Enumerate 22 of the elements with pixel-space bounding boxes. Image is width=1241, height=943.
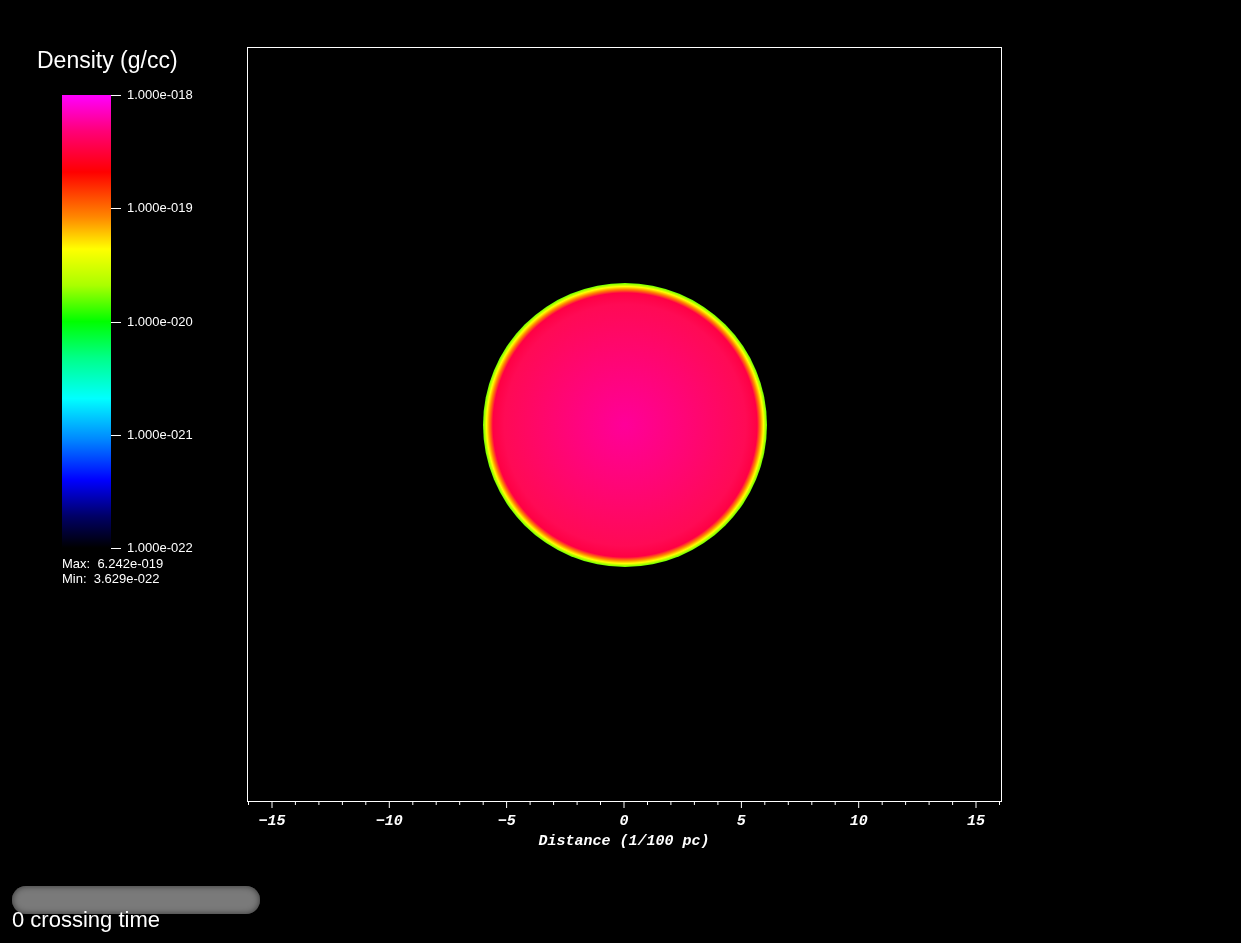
min-label: Min: 3.629e-022 [62, 571, 160, 586]
tick-label: 1.000e-019 [127, 200, 193, 217]
axis-tick-label: −10 [375, 813, 403, 831]
tick-label: 1.000e-018 [127, 87, 193, 103]
tick-label: 1.000e-021 [127, 426, 193, 443]
time-label: 0 crossing time [12, 906, 160, 934]
tick-mark [111, 321, 121, 323]
axis-tick-label: 0 [619, 813, 629, 831]
colorbar-title: Density (g/cc) [37, 46, 178, 75]
axis-tick-label: 10 [849, 813, 868, 831]
axis-tick-label: 5 [736, 813, 746, 831]
axis-tick-label: 15 [967, 813, 986, 831]
tick-mark [111, 548, 121, 549]
axis-tick-label: −5 [497, 813, 516, 831]
tick-mark [111, 95, 121, 96]
tick-mark [111, 434, 121, 436]
max-label: Max: 6.242e-019 [62, 556, 164, 571]
tick-label: 1.000e-020 [127, 313, 193, 330]
tick-label: 1.000e-022 [127, 540, 193, 556]
axis-tick-label: −15 [258, 813, 286, 831]
tick-mark [111, 208, 121, 210]
axis-title: Distance (1/100 pc) [538, 833, 710, 851]
